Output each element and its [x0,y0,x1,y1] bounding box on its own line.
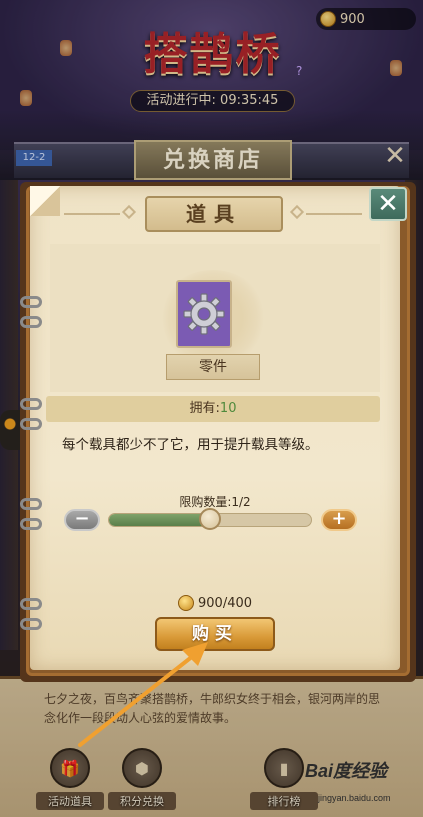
owned-count-bar: 拥有:10 [46,396,380,422]
item-name: 零件 [166,354,260,380]
binder-ring [20,598,42,610]
buy-button[interactable]: 购买 [155,617,275,651]
limit-label: 限购数量: [179,495,232,509]
binder-ring [20,498,42,510]
gear-icon [183,293,225,335]
decrease-quantity-button[interactable]: − [64,509,100,531]
quantity-slider-thumb[interactable] [199,508,221,530]
owned-value: 10 [219,401,237,416]
owned-label: 拥有: [189,401,220,416]
coin-icon [178,595,194,611]
binder-ring [20,518,42,530]
binder-ring [20,296,42,308]
binder-ring [20,398,42,410]
cost-row: 900/400 [178,594,252,612]
quantity-slider-fill [109,514,210,526]
binder-ring [20,618,42,630]
modal-title: 道具 [145,196,283,232]
limit-value: 1/2 [231,495,251,509]
paper-corner-fold [30,186,60,216]
header-divider-right [306,213,362,215]
header-divider-left [64,213,120,215]
modal-close-button[interactable]: ✕ [369,187,407,221]
purchase-limit: 限购数量:1/2 [150,493,280,510]
item-card [176,280,232,348]
cost-value: 900/400 [198,595,253,611]
increase-quantity-button[interactable]: + [321,509,357,531]
binder-ring [20,418,42,430]
binder-ring [20,316,42,328]
item-description: 每个载具都少不了它，用于提升载具等级。 [62,437,319,453]
